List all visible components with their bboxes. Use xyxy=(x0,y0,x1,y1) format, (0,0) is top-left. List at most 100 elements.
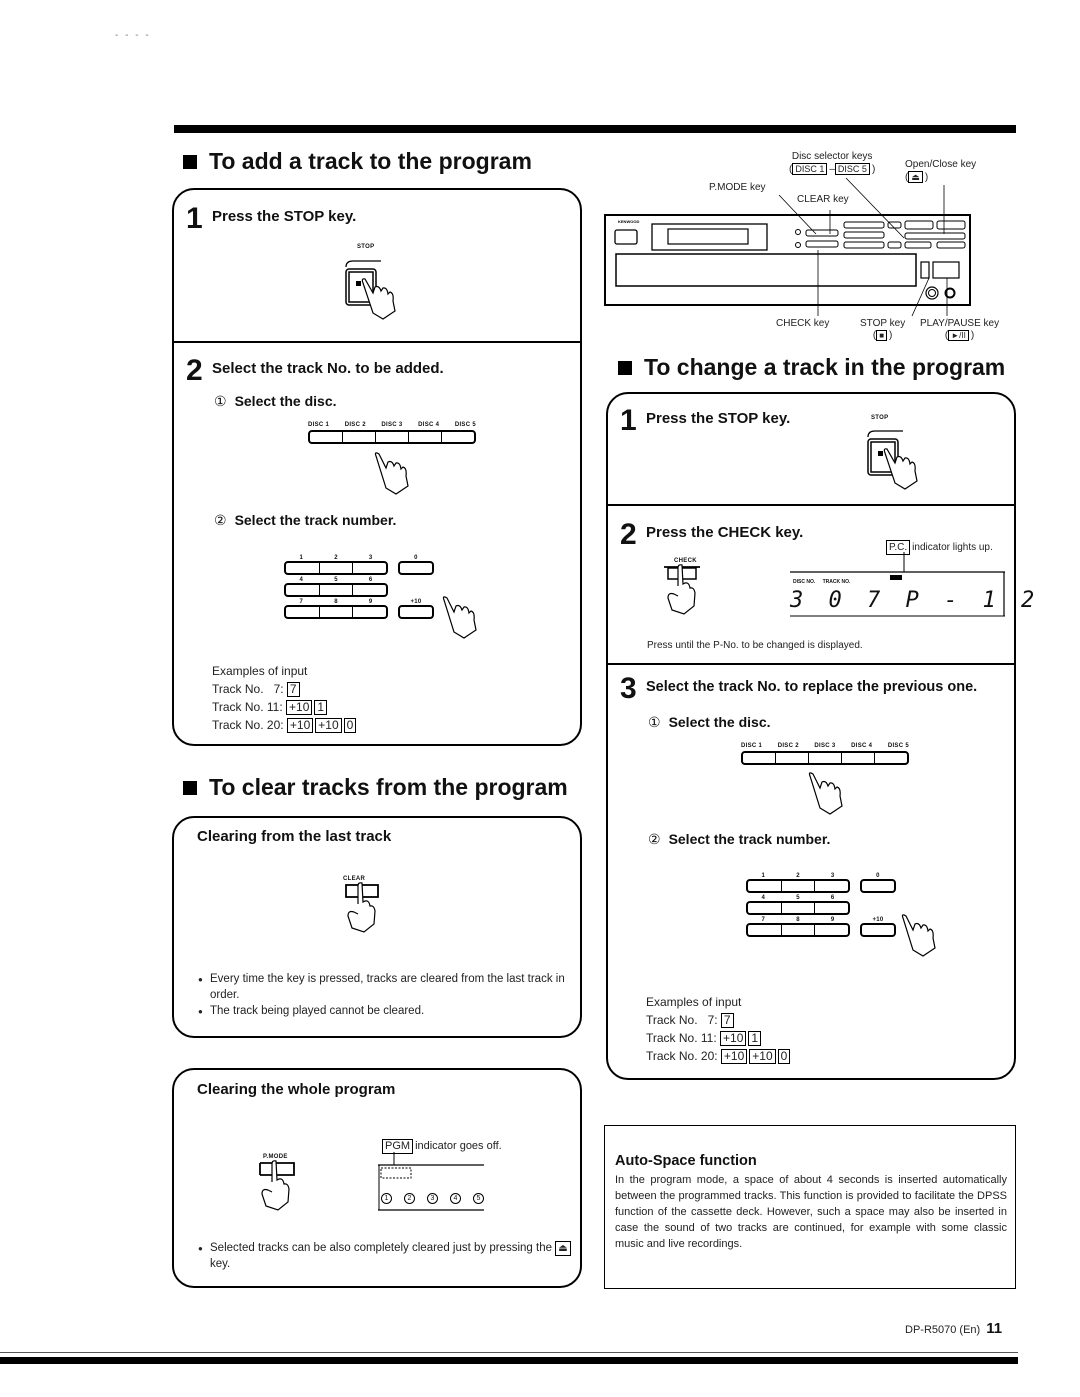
disc-key-caption: DISC 2 xyxy=(777,743,799,749)
key-1[interactable] xyxy=(748,881,782,891)
stop-symbol-icon: ■ xyxy=(876,330,888,341)
key-0[interactable] xyxy=(860,879,896,893)
pointing-hand-icon xyxy=(901,914,936,957)
key-3[interactable] xyxy=(353,563,386,573)
step-number: 3 xyxy=(620,672,637,705)
key-9[interactable] xyxy=(353,607,386,617)
check-key-press-illustration xyxy=(664,564,700,615)
clear-tracks-heading: To clear tracks from the program xyxy=(183,774,568,801)
disc-key-caption: DISC 2 xyxy=(344,422,366,428)
key-6[interactable] xyxy=(353,585,386,595)
disc-3-key[interactable] xyxy=(376,432,409,442)
disc-selector-keys[interactable] xyxy=(904,232,966,240)
note-item: The track being played cannot be cleared… xyxy=(198,1003,573,1020)
scan-marks: - - - - xyxy=(115,30,151,41)
disc-key-caption: DISC 5 xyxy=(887,743,909,749)
display-window xyxy=(667,228,749,245)
disc-5-key[interactable] xyxy=(875,753,907,763)
step-number: 2 xyxy=(620,518,637,551)
disc-1-key[interactable] xyxy=(743,753,776,763)
disc-indicator: 1 xyxy=(381,1193,392,1204)
step-number: 1 xyxy=(620,404,637,437)
key-1[interactable] xyxy=(286,563,320,573)
numeric-keypad: 123 0 456 789 +10 xyxy=(284,555,434,619)
clear-whole-program-heading: Clearing the whole program xyxy=(197,1081,396,1098)
model-number: DP-R5070 (En) xyxy=(905,1324,981,1336)
key-5[interactable] xyxy=(782,903,816,913)
step-label: Select the track No. to replace the prev… xyxy=(646,679,978,695)
bullet-square-icon xyxy=(183,780,197,795)
key-8[interactable] xyxy=(782,925,816,935)
example-row: Track No. 11: +10 1 xyxy=(646,1029,792,1047)
disc-2-key[interactable] xyxy=(343,432,376,442)
select-track-number-label: ② Select the track number. xyxy=(648,831,831,847)
power-button[interactable] xyxy=(614,229,638,245)
key-6[interactable] xyxy=(815,903,848,913)
stop-key-caption: STOP xyxy=(357,244,375,250)
disc-2-key[interactable] xyxy=(776,753,809,763)
key-9[interactable] xyxy=(815,925,848,935)
clear-key-press-illustration xyxy=(345,882,379,933)
check-note: Press until the P-No. to be changed is d… xyxy=(647,640,863,651)
auto-space-body: In the program mode, a space of about 4 … xyxy=(615,1174,1007,1250)
key-8[interactable] xyxy=(320,607,354,617)
step-label: Press the STOP key. xyxy=(646,410,791,427)
disc-5-key[interactable] xyxy=(442,432,474,442)
clear-last-track-heading: Clearing from the last track xyxy=(197,828,392,845)
key-7[interactable] xyxy=(748,925,782,935)
pointing-hand-icon xyxy=(808,772,843,815)
key-2[interactable] xyxy=(320,563,354,573)
disc-key-caption: DISC 1 xyxy=(308,422,330,428)
pmode-clear-keys[interactable] xyxy=(805,229,839,237)
page-number: 11 xyxy=(986,1320,1003,1337)
key-plus10[interactable] xyxy=(398,605,434,619)
disc-4-key[interactable] xyxy=(842,753,875,763)
key-5[interactable] xyxy=(320,585,354,595)
stop-symbol-icon xyxy=(356,281,361,286)
change-track-title: To change a track in the program xyxy=(644,354,1006,380)
example-row: Track No. 11: +10 1 xyxy=(212,698,358,716)
lcd-labels: DISC NO. TRACK NO. xyxy=(793,579,851,585)
play-pause-icon: ►/II xyxy=(948,330,969,341)
disc-indicator: 5 xyxy=(473,1193,484,1204)
disc-key-caption: DISC 4 xyxy=(418,422,440,428)
input-examples: Examples of input Track No. 7: 7 Track N… xyxy=(212,662,358,734)
key-3[interactable] xyxy=(815,881,848,891)
add-step-2: 2 Select the track No. to be added. xyxy=(186,356,444,386)
disc-key-caption: DISC 4 xyxy=(851,743,873,749)
key-7[interactable] xyxy=(286,607,320,617)
pgm-indicator-off xyxy=(380,1167,412,1179)
stop-key[interactable] xyxy=(920,261,930,279)
change-track-heading: To change a track in the program xyxy=(618,354,1005,381)
disc-key-caption: DISC 1 xyxy=(741,743,763,749)
play-pause-key[interactable] xyxy=(932,261,960,279)
key-4[interactable] xyxy=(286,585,320,595)
change-step-1: 1 Press the STOP key. xyxy=(620,404,791,437)
key-plus10[interactable] xyxy=(860,923,896,937)
clear-whole-program-notes: Selected tracks can be also completely c… xyxy=(198,1240,573,1272)
stop-symbol-icon xyxy=(878,451,883,456)
disc-3-key[interactable] xyxy=(809,753,842,763)
check-callout: CHECK key xyxy=(776,318,830,329)
disc-1-key[interactable] xyxy=(310,432,343,442)
header-rule xyxy=(174,125,1016,133)
key-0[interactable] xyxy=(398,561,434,575)
stop-callout: STOP key (■) xyxy=(860,318,906,341)
play-pause-callout: PLAY/PAUSE key (►/II) xyxy=(920,318,1000,341)
disc-indicator: 3 xyxy=(427,1193,438,1204)
clear-tracks-title: To clear tracks from the program xyxy=(209,774,568,800)
disc-4-key[interactable] xyxy=(409,432,442,442)
open-close-key[interactable] xyxy=(936,220,966,230)
note-item: Selected tracks can be also completely c… xyxy=(198,1240,573,1272)
numeric-keypad: 123 0 456 789 +10 xyxy=(746,873,896,937)
note-item: Every time the key is pressed, tracks ar… xyxy=(198,971,573,1003)
key-2[interactable] xyxy=(782,881,816,891)
stop-key-press-illustration xyxy=(345,260,396,320)
select-track-number-label: ② Select the track number. xyxy=(214,512,397,528)
pointing-hand-icon xyxy=(374,452,409,495)
key-4[interactable] xyxy=(748,903,782,913)
check-keys[interactable] xyxy=(805,240,839,248)
input-examples: Examples of input Track No. 7: 7 Track N… xyxy=(646,993,792,1065)
disc-indicator-circles: 1 2 3 4 5 xyxy=(381,1193,484,1204)
lcd-digits: 3 0 7 P - 1 2 xyxy=(790,588,1041,613)
